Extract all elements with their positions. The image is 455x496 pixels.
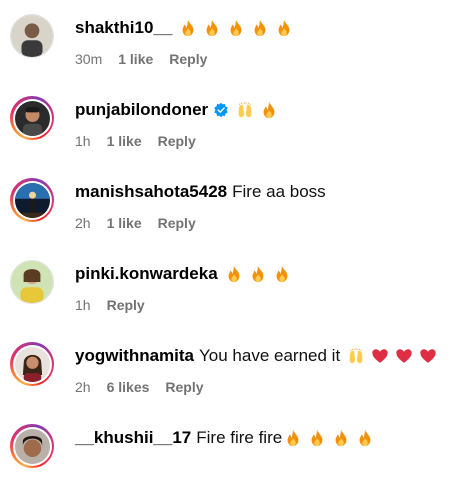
heart-emoji-icon [371, 347, 389, 365]
avatar[interactable] [10, 424, 54, 468]
comment-text: You have earned it [199, 346, 341, 365]
comment-line: pinki.konwardeka [75, 263, 291, 285]
comment-time: 1h [75, 133, 91, 149]
username[interactable]: __khushii__17 [75, 427, 191, 449]
avatar[interactable] [10, 342, 54, 386]
raised-hands-emoji-icon [347, 347, 365, 365]
fire-emoji-icon [332, 429, 350, 447]
fire-emoji-icon [203, 19, 221, 37]
comment-time: 2h [75, 379, 91, 395]
fire-emoji-icon [225, 265, 243, 283]
username[interactable]: yogwithnamita [75, 345, 194, 367]
like-count[interactable]: 1 like [118, 50, 153, 68]
fire-emoji-icon [227, 19, 245, 37]
comment-meta: 2h 6 likes Reply [75, 378, 204, 396]
fire-emoji-icon [179, 19, 197, 37]
comment-line: shakthi10__ [75, 17, 293, 39]
heart-emoji-icon [419, 347, 437, 365]
comment-text: Fire fire fire [196, 428, 283, 447]
username[interactable]: shakthi10__ [75, 17, 172, 39]
fire-emoji-icon [260, 101, 278, 119]
raised-hands-emoji-icon [236, 101, 254, 119]
avatar[interactable] [10, 260, 54, 304]
like-count[interactable]: 6 likes [107, 378, 150, 396]
reply-button[interactable]: Reply [107, 296, 145, 314]
comment-meta: 1h Reply [75, 296, 145, 314]
avatar[interactable] [10, 14, 54, 58]
verified-badge-icon [213, 102, 229, 118]
fire-emoji-icon [275, 19, 293, 37]
emoji-row [236, 101, 278, 119]
like-count[interactable]: 1 like [107, 214, 142, 232]
emoji-row [347, 347, 437, 365]
comment-meta: 2h 1 like Reply [75, 214, 196, 232]
comment-item: shakthi10__ 30m 1 like Reply [0, 4, 455, 86]
comment-time: 1h [75, 297, 91, 313]
comment-time: 2h [75, 215, 91, 231]
fire-emoji-icon [251, 19, 269, 37]
comment-meta: 30m 1 like Reply [75, 50, 207, 68]
comment-time: 30m [75, 51, 103, 67]
avatar[interactable] [10, 96, 54, 140]
reply-button[interactable]: Reply [169, 50, 207, 68]
comment-line: punjabilondoner [75, 99, 278, 121]
fire-emoji-icon [356, 429, 374, 447]
comment-item: punjabilondoner 1h 1 like Reply [0, 86, 455, 168]
comment-item: yogwithnamita You have earned it 2h 6 li… [0, 332, 455, 414]
like-count[interactable]: 1 like [107, 132, 142, 150]
fire-emoji-icon [284, 429, 302, 447]
fire-emoji-icon [308, 429, 326, 447]
comment-item: manishsahota5428 Fire aa boss 2h 1 like … [0, 168, 455, 250]
comment-meta: 1h 1 like Reply [75, 132, 196, 150]
comment-line: manishsahota5428 Fire aa boss [75, 181, 326, 203]
reply-button[interactable]: Reply [158, 214, 196, 232]
comment-item: __khushii__17 Fire fire fire [0, 414, 455, 496]
heart-emoji-icon [395, 347, 413, 365]
comment-line: __khushii__17 Fire fire fire [75, 427, 374, 449]
emoji-row [284, 429, 374, 447]
username[interactable]: punjabilondoner [75, 99, 208, 121]
avatar[interactable] [10, 178, 54, 222]
comment-text: Fire aa boss [232, 182, 326, 201]
reply-button[interactable]: Reply [158, 132, 196, 150]
username[interactable]: manishsahota5428 [75, 181, 227, 203]
username[interactable]: pinki.konwardeka [75, 263, 218, 285]
fire-emoji-icon [249, 265, 267, 283]
emoji-row [179, 19, 293, 37]
comment-item: pinki.konwardeka 1h Reply [0, 250, 455, 332]
reply-button[interactable]: Reply [165, 378, 203, 396]
comment-line: yogwithnamita You have earned it [75, 345, 437, 367]
emoji-row [225, 265, 291, 283]
fire-emoji-icon [273, 265, 291, 283]
